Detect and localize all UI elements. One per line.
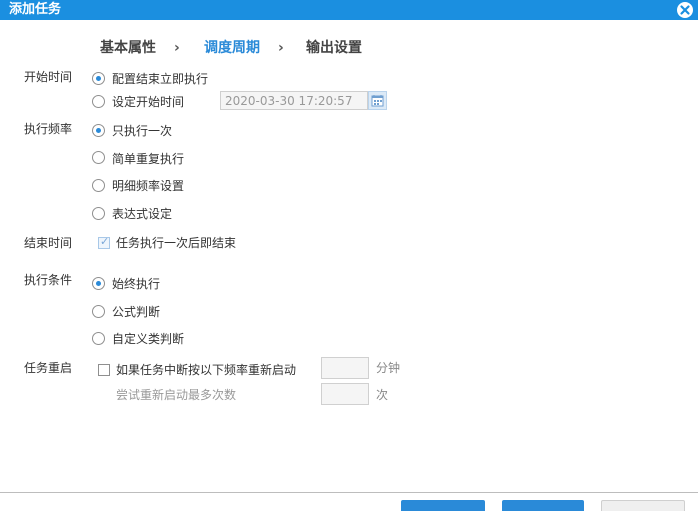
run-once-radio[interactable] xyxy=(92,124,105,137)
end-after-once-checkbox[interactable] xyxy=(98,235,110,249)
simple-repeat-label: 简单重复执行 xyxy=(112,152,185,166)
start-immediately-radio[interactable] xyxy=(92,72,105,85)
interval-unit-label: 分钟 xyxy=(376,361,401,375)
restart-checkbox[interactable] xyxy=(98,364,110,376)
detailed-frequency-label: 明细频率设置 xyxy=(112,179,185,193)
footer-button-3[interactable] xyxy=(601,500,685,511)
step-schedule-cycle[interactable]: 调度周期 xyxy=(204,38,260,58)
footer-button-2[interactable] xyxy=(502,500,584,511)
always-run-radio[interactable] xyxy=(92,277,105,290)
expression-radio[interactable] xyxy=(92,207,105,220)
step-separator: › xyxy=(174,40,180,56)
end-time-label: 结束时间 xyxy=(24,236,73,250)
expression-label: 表达式设定 xyxy=(112,207,173,221)
set-start-time-radio[interactable] xyxy=(92,95,105,108)
restart-label: 任务重启 xyxy=(24,361,73,375)
step-separator: › xyxy=(278,40,284,56)
dialog-footer xyxy=(0,493,698,511)
calendar-icon xyxy=(371,95,384,107)
retry-count-label: 尝试重新启动最多次数 xyxy=(116,388,237,402)
restart-checkbox-label: 如果任务中断按以下频率重新启动 xyxy=(116,363,297,377)
formula-judge-radio[interactable] xyxy=(92,305,105,318)
step-basic-properties[interactable]: 基本属性 xyxy=(100,38,156,58)
calendar-button[interactable] xyxy=(368,91,387,110)
simple-repeat-radio[interactable] xyxy=(92,151,105,164)
run-once-label: 只执行一次 xyxy=(112,124,173,138)
condition-label: 执行条件 xyxy=(24,273,73,287)
dialog-title: 添加任务 xyxy=(9,2,62,17)
footer-button-1[interactable] xyxy=(401,500,485,511)
start-immediately-label: 配置结束立即执行 xyxy=(112,72,209,86)
frequency-label: 执行频率 xyxy=(24,122,73,136)
dialog-titlebar: 添加任务 xyxy=(0,0,698,20)
close-icon[interactable] xyxy=(676,1,694,19)
formula-judge-label: 公式判断 xyxy=(112,305,161,319)
custom-class-radio[interactable] xyxy=(92,332,105,345)
always-run-label: 始终执行 xyxy=(112,277,161,291)
end-after-once-label: 任务执行一次后即结束 xyxy=(116,236,237,250)
retry-unit-label: 次 xyxy=(376,388,389,402)
detailed-frequency-radio[interactable] xyxy=(92,179,105,192)
step-output-settings[interactable]: 输出设置 xyxy=(306,38,362,58)
start-datetime-input[interactable] xyxy=(220,91,368,110)
start-time-label: 开始时间 xyxy=(24,70,73,84)
custom-class-label: 自定义类判断 xyxy=(112,332,185,346)
set-start-time-label: 设定开始时间 xyxy=(112,95,185,109)
retry-count-input[interactable] xyxy=(321,383,369,405)
restart-interval-input[interactable] xyxy=(321,357,369,379)
